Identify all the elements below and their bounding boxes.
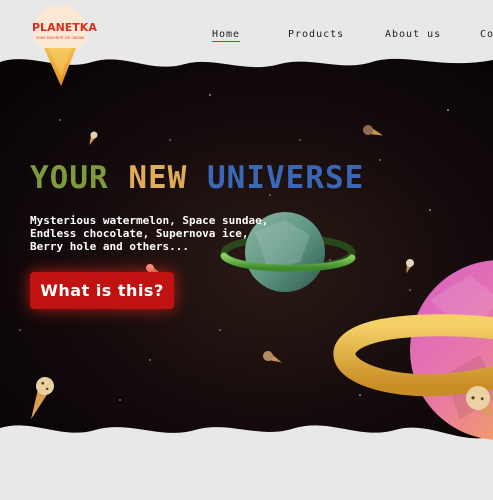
- top-navigation: Home Products About us Co: [0, 22, 493, 52]
- description-line: Berry hole and others...: [30, 240, 189, 253]
- nav-about-us[interactable]: About us: [385, 29, 441, 40]
- nav-home[interactable]: Home: [212, 29, 241, 42]
- hero-headline: YOUR NEW UNIVERSE: [30, 160, 364, 196]
- headline-word-universe: UNIVERSE: [207, 160, 365, 196]
- headline-word-your: YOUR: [30, 160, 109, 196]
- hero-description: Mysterious watermelon, Space sundae, End…: [30, 214, 330, 253]
- description-line: Mysterious watermelon, Space sundae,: [30, 214, 269, 227]
- description-line: Endless chocolate, Supernova ice,: [30, 227, 249, 240]
- nav-products[interactable]: Products: [288, 29, 344, 40]
- nav-contacts[interactable]: Co: [480, 29, 493, 40]
- headline-word-new: NEW: [128, 160, 188, 196]
- what-is-this-button[interactable]: What is this?: [30, 272, 174, 309]
